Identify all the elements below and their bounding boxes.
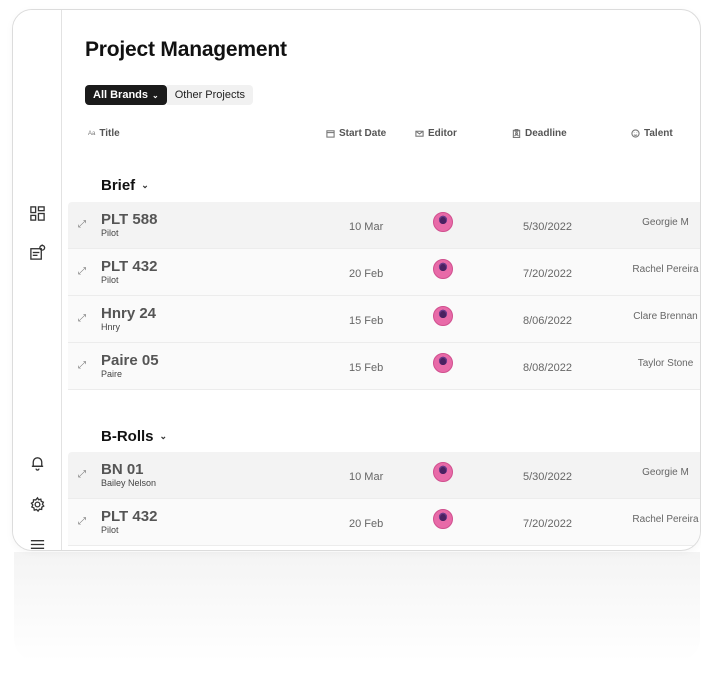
- chevron-down-icon: ⌄: [141, 180, 149, 190]
- expand-icon[interactable]: ⤢: [78, 313, 86, 324]
- row-subtitle: Pilot: [101, 525, 119, 535]
- row-deadline: 7/20/2022: [523, 268, 572, 280]
- row-title: Hnry 24: [101, 305, 157, 322]
- gear-icon[interactable]: [28, 495, 46, 513]
- editor-avatar[interactable]: [433, 306, 453, 326]
- row-start-date: 10 Mar: [349, 471, 384, 483]
- b-rolls-rows: ⤢ BN 01 Bailey Nelson 10 Mar 5/30/2022 G…: [68, 452, 700, 546]
- face-icon: [631, 129, 640, 138]
- row-title: Paire 05: [101, 352, 159, 369]
- tab-label: All Brands: [93, 89, 149, 101]
- row-talent: Rachel Pereira: [632, 514, 699, 525]
- page-title: Project Management: [85, 38, 287, 61]
- table-row[interactable]: ⤢ Hnry 24 Hnry 15 Feb 8/06/2022 Clare Br…: [68, 296, 700, 343]
- row-start-date: 15 Feb: [349, 315, 384, 327]
- row-title: PLT 432: [101, 508, 158, 525]
- row-start-date: 20 Feb: [349, 518, 384, 530]
- row-start-date: 20 Feb: [349, 268, 384, 280]
- row-start-date: 15 Feb: [349, 362, 384, 374]
- table-row[interactable]: ⤢ PLT 588 Pilot 10 Mar 5/30/2022 Georgie…: [68, 202, 700, 249]
- row-talent: Rachel Pereira: [632, 264, 699, 275]
- dashboard-icon[interactable]: [28, 204, 46, 222]
- editor-avatar[interactable]: [433, 212, 453, 232]
- editor-avatar[interactable]: [433, 259, 453, 279]
- column-header-talent[interactable]: Talent: [631, 128, 673, 139]
- expand-icon[interactable]: ⤢: [78, 266, 86, 277]
- column-header-label: Start Date: [339, 128, 387, 139]
- row-talent: Georgie M: [642, 467, 689, 478]
- row-talent: Taylor Stone: [637, 358, 694, 369]
- table-row[interactable]: ⤢ BN 01 Bailey Nelson 10 Mar 5/30/2022 G…: [68, 452, 700, 499]
- row-talent: Georgie M: [642, 217, 689, 228]
- row-subtitle: Bailey Nelson: [101, 478, 157, 488]
- row-title: BN 01: [101, 461, 144, 478]
- tab-all-brands[interactable]: All Brands ⌄: [85, 85, 167, 105]
- brief-rows: ⤢ PLT 588 Pilot 10 Mar 5/30/2022 Georgie…: [68, 202, 700, 390]
- expand-icon[interactable]: ⤢: [78, 469, 86, 480]
- window-reflection: [14, 552, 700, 662]
- calendar-icon: [326, 130, 335, 138]
- sidebar: [13, 10, 62, 550]
- chevron-down-icon: ⌄: [152, 90, 159, 100]
- main-content: Project Management All Brands ⌄ Other Pr…: [63, 10, 700, 550]
- row-deadline: 5/30/2022: [523, 471, 572, 483]
- column-header-label: Title: [99, 128, 120, 139]
- mail-icon: [415, 130, 424, 137]
- group-name: Brief: [101, 177, 136, 194]
- column-headers: Aa Title Start Date Editor Deadline Tale…: [63, 128, 700, 144]
- column-header-label: Talent: [644, 128, 673, 139]
- table-row[interactable]: ⤢ PLT 432 Pilot 20 Feb 7/20/2022 Rachel …: [68, 249, 700, 296]
- row-title: PLT 588: [101, 211, 158, 228]
- text-type-icon: Aa: [88, 130, 96, 137]
- row-title: PLT 432: [101, 258, 158, 275]
- column-header-label: Editor: [428, 128, 457, 139]
- row-deadline: 5/30/2022: [523, 221, 572, 233]
- column-header-editor[interactable]: Editor: [415, 128, 457, 139]
- group-header-b-rolls[interactable]: B-Rolls ⌄: [101, 428, 167, 445]
- menu-icon[interactable]: [28, 535, 46, 550]
- row-subtitle: Pilot: [101, 275, 119, 285]
- row-start-date: 10 Mar: [349, 221, 384, 233]
- editor-avatar[interactable]: [433, 462, 453, 482]
- clipboard-icon: [512, 129, 521, 138]
- row-deadline: 8/06/2022: [523, 315, 572, 327]
- row-deadline: 7/20/2022: [523, 518, 572, 530]
- editor-avatar[interactable]: [433, 509, 453, 529]
- column-header-start-date[interactable]: Start Date: [326, 128, 386, 139]
- row-subtitle: Paire: [101, 369, 123, 379]
- row-subtitle: Pilot: [101, 228, 119, 238]
- editor-avatar[interactable]: [433, 353, 453, 373]
- table-row[interactable]: ⤢ PLT 432 Pilot 20 Feb 7/20/2022 Rachel …: [68, 499, 700, 546]
- tab-other-projects[interactable]: Other Projects: [166, 85, 254, 105]
- expand-icon[interactable]: ⤢: [78, 516, 86, 527]
- group-name: B-Rolls: [101, 428, 154, 445]
- tab-label: Other Projects: [174, 89, 246, 101]
- column-header-deadline[interactable]: Deadline: [512, 128, 567, 139]
- brand-tabs: All Brands ⌄ Other Projects: [85, 85, 254, 105]
- bell-icon[interactable]: [28, 453, 46, 471]
- chevron-down-icon: ⌄: [159, 431, 168, 441]
- expand-icon[interactable]: ⤢: [78, 360, 86, 371]
- row-subtitle: Hnry: [101, 322, 121, 332]
- projects-icon[interactable]: [28, 243, 46, 261]
- column-header-title[interactable]: Aa Title: [88, 128, 120, 139]
- table-row[interactable]: ⤢ Paire 05 Paire 15 Feb 8/08/2022 Taylor…: [68, 343, 700, 390]
- row-deadline: 8/08/2022: [523, 362, 572, 374]
- group-header-brief[interactable]: Brief ⌄: [101, 177, 149, 194]
- expand-icon[interactable]: ⤢: [78, 219, 86, 230]
- app-window: Project Management All Brands ⌄ Other Pr…: [12, 9, 701, 551]
- row-talent: Clare Brennan: [633, 311, 698, 322]
- column-header-label: Deadline: [525, 128, 567, 139]
